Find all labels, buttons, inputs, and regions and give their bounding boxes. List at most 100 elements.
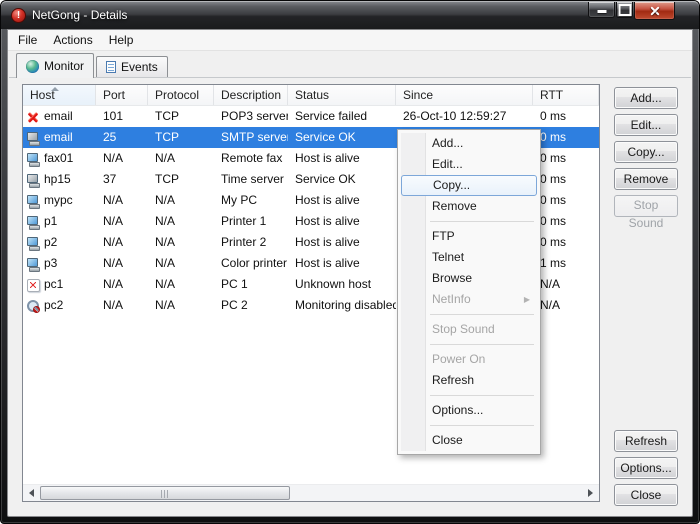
menubar: FileActionsHelp <box>8 30 692 51</box>
menu-help[interactable]: Help <box>101 30 142 50</box>
status-cell: Host is alive <box>288 190 396 211</box>
host-cell: mypc <box>23 190 96 211</box>
menu-separator <box>400 217 538 226</box>
port-cell: N/A <box>96 232 148 253</box>
protocol-cell: N/A <box>148 295 214 316</box>
maximize-button[interactable] <box>616 2 633 18</box>
horizontal-scrollbar[interactable] <box>23 484 599 501</box>
rtt-cell: 0 ms <box>533 127 599 148</box>
menu-separator <box>400 421 538 430</box>
scroll-left-arrow-icon[interactable] <box>23 485 40 501</box>
protocol-cell: TCP <box>148 106 214 127</box>
menu-item-add[interactable]: Add... <box>400 133 538 154</box>
since-cell: 26-Oct-10 12:59:27 <box>396 106 533 127</box>
table-row[interactable]: email 101 TCP POP3 server Service failed… <box>23 106 599 127</box>
menu-item-copy[interactable]: Copy... <box>401 175 537 196</box>
protocol-cell: N/A <box>148 274 214 295</box>
status-cell: Host is alive <box>288 253 396 274</box>
tab-strip: Monitor Events <box>16 52 168 77</box>
status-cell: Host is alive <box>288 211 396 232</box>
description-cell: Remote fax <box>214 148 288 169</box>
port-cell: N/A <box>96 211 148 232</box>
menu-separator <box>400 391 538 400</box>
stop-sound-button: Stop Sound <box>614 195 678 217</box>
app-window: NetGong - Details FileActionsHelp Monito… <box>0 0 700 524</box>
host-unknown-icon <box>26 278 40 292</box>
edit-button[interactable]: Edit... <box>614 114 678 136</box>
minimize-button[interactable] <box>588 2 615 18</box>
menu-item-edit[interactable]: Edit... <box>400 154 538 175</box>
status-cell: Unknown host <box>288 274 396 295</box>
menu-item-browse[interactable]: Browse <box>400 268 538 289</box>
menu-separator <box>400 310 538 319</box>
column-header-description[interactable]: Description <box>214 85 288 105</box>
host-alive-icon <box>26 152 40 166</box>
protocol-cell: N/A <box>148 190 214 211</box>
host-alive-icon <box>26 194 40 208</box>
options-button[interactable]: Options... <box>614 457 678 479</box>
rtt-cell: 0 ms <box>533 106 599 127</box>
column-header-port[interactable]: Port <box>96 85 148 105</box>
scroll-right-arrow-icon[interactable] <box>582 485 599 501</box>
menu-item-close[interactable]: Close <box>400 430 538 451</box>
window-controls <box>588 2 675 20</box>
column-header-host[interactable]: Host <box>23 85 96 105</box>
menu-item-ftp[interactable]: FTP <box>400 226 538 247</box>
host-service-icon <box>26 131 40 145</box>
menu-item-remove[interactable]: Remove <box>400 196 538 217</box>
menu-separator <box>400 340 538 349</box>
column-header-rtt[interactable]: RTT <box>533 85 599 105</box>
column-header-since[interactable]: Since <box>396 85 533 105</box>
document-icon <box>106 61 116 73</box>
copy-button[interactable]: Copy... <box>614 141 678 163</box>
remove-button[interactable]: Remove <box>614 168 678 190</box>
add-button[interactable]: Add... <box>614 87 678 109</box>
description-cell: Printer 2 <box>214 232 288 253</box>
menu-item-options[interactable]: Options... <box>400 400 538 421</box>
port-cell: N/A <box>96 253 148 274</box>
description-cell: My PC <box>214 190 288 211</box>
rtt-cell: 1 ms <box>533 253 599 274</box>
status-cell: Monitoring disabled <box>288 295 396 316</box>
port-cell: N/A <box>96 190 148 211</box>
host-alive-icon <box>26 236 40 250</box>
tab-monitor[interactable]: Monitor <box>16 53 94 78</box>
table-header: HostPortProtocolDescriptionStatusSinceRT… <box>23 85 599 106</box>
rtt-cell: N/A <box>533 274 599 295</box>
menu-item-telnet[interactable]: Telnet <box>400 247 538 268</box>
host-service-icon <box>26 173 40 187</box>
protocol-cell: N/A <box>148 232 214 253</box>
status-cell: Host is alive <box>288 148 396 169</box>
host-disabled-icon <box>26 299 40 313</box>
status-cell: Service failed <box>288 106 396 127</box>
port-cell: N/A <box>96 274 148 295</box>
port-cell: N/A <box>96 295 148 316</box>
rtt-cell: 0 ms <box>533 169 599 190</box>
column-header-protocol[interactable]: Protocol <box>148 85 214 105</box>
host-cell: p1 <box>23 211 96 232</box>
description-cell: POP3 server <box>214 106 288 127</box>
protocol-cell: N/A <box>148 148 214 169</box>
description-cell: Printer 1 <box>214 211 288 232</box>
refresh-button[interactable]: Refresh <box>614 430 678 452</box>
menu-item-refresh[interactable]: Refresh <box>400 370 538 391</box>
rtt-cell: 0 ms <box>533 211 599 232</box>
tab-events[interactable]: Events <box>96 56 168 77</box>
menu-item-stop-sound: Stop Sound <box>400 319 538 340</box>
host-alive-icon <box>26 257 40 271</box>
rtt-cell: 0 ms <box>533 232 599 253</box>
menu-file[interactable]: File <box>10 30 45 50</box>
protocol-cell: N/A <box>148 253 214 274</box>
window-close-button[interactable] <box>634 2 675 20</box>
host-cell: email <box>23 127 96 148</box>
menu-item-netinfo: NetInfo <box>400 289 538 310</box>
description-cell: PC 2 <box>214 295 288 316</box>
close-button[interactable]: Close <box>614 484 678 506</box>
host-cell: hp15 <box>23 169 96 190</box>
description-cell: PC 1 <box>214 274 288 295</box>
menu-actions[interactable]: Actions <box>45 30 100 50</box>
column-header-status[interactable]: Status <box>288 85 396 105</box>
window-title: NetGong - Details <box>32 8 127 22</box>
scrollbar-thumb[interactable] <box>40 486 290 500</box>
client-area: FileActionsHelp Monitor Events HostPortP… <box>7 29 693 517</box>
